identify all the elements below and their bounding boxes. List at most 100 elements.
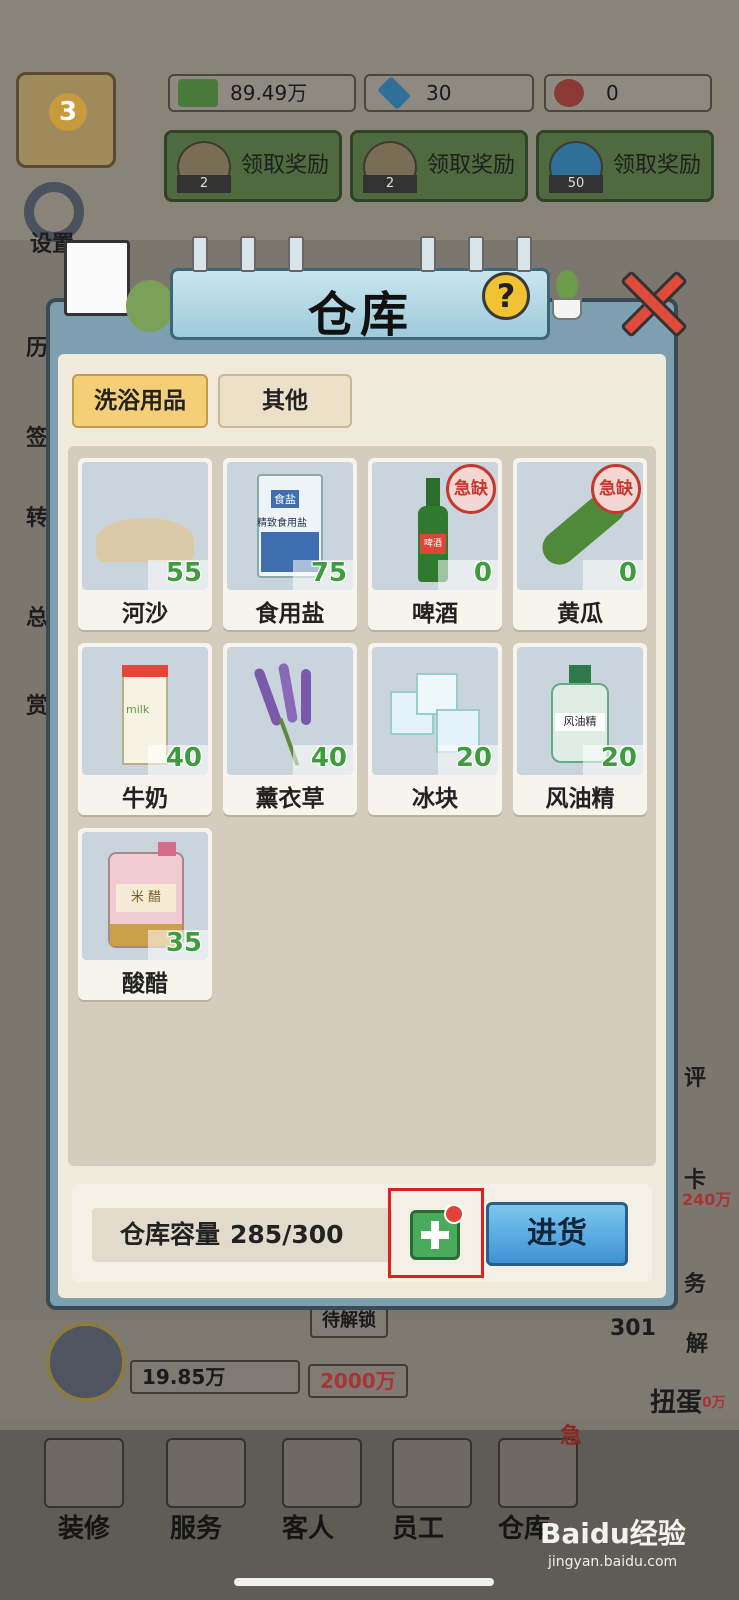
video-icon[interactable] bbox=[46, 1322, 126, 1402]
faucet-icon bbox=[420, 236, 436, 272]
urgent-badge: 急缺 bbox=[591, 464, 641, 514]
money-display: 89.49万 bbox=[168, 74, 356, 112]
faucet-icon bbox=[240, 236, 256, 272]
rose-display: 0 bbox=[544, 74, 712, 112]
tab-other[interactable]: 其他 bbox=[218, 374, 352, 428]
service-icon bbox=[166, 1438, 246, 1508]
item-name: 酸醋 bbox=[122, 971, 168, 997]
nav-staff[interactable]: 员工 bbox=[392, 1508, 444, 1545]
flower-pot-icon bbox=[546, 262, 588, 320]
item-qty: 40 bbox=[310, 743, 347, 773]
faucet-icon bbox=[288, 236, 304, 272]
cost-display: 2000万 bbox=[308, 1364, 408, 1398]
reward-count: 50 bbox=[549, 175, 603, 193]
milk-label: milk bbox=[126, 703, 150, 716]
faucet-icon bbox=[516, 236, 532, 272]
item-name: 黄瓜 bbox=[557, 601, 603, 627]
item-name: 河沙 bbox=[122, 601, 168, 627]
restock-button[interactable]: 进货 bbox=[486, 1202, 628, 1266]
wet-floor-sign-icon bbox=[64, 240, 130, 316]
diamond-display: 30 bbox=[364, 74, 534, 112]
side-label-unlock: 解 bbox=[686, 1332, 709, 1357]
item-name: 薰衣草 bbox=[255, 786, 325, 812]
item-medicated-oil[interactable]: 风油精 20 风油精 bbox=[513, 643, 647, 815]
capacity-value: 285/300 bbox=[230, 1220, 344, 1249]
item-name: 食用盐 bbox=[255, 601, 325, 627]
item-qty: 20 bbox=[600, 743, 637, 773]
item-cucumber[interactable]: 急缺 0 黄瓜 bbox=[513, 458, 647, 630]
diamond-value: 30 bbox=[426, 81, 452, 105]
side-label-total[interactable]: 总 bbox=[26, 600, 48, 632]
side-label-review[interactable]: 评 bbox=[684, 1060, 706, 1092]
reward-label: 领取奖励 bbox=[427, 153, 516, 178]
tab-bath-supplies[interactable]: 洗浴用品 bbox=[72, 374, 208, 428]
side-gacha-count: 301 bbox=[610, 1316, 656, 1341]
side-label-history[interactable]: 历 bbox=[26, 330, 48, 362]
side-label-sign[interactable]: 签 bbox=[26, 420, 48, 452]
capacity-display: 仓库容量 285/300 bbox=[92, 1208, 392, 1262]
vinegar-label: 米 醋 bbox=[116, 884, 176, 912]
diamond-icon bbox=[377, 76, 411, 110]
close-button[interactable] bbox=[618, 268, 690, 340]
help-button[interactable]: ? bbox=[482, 272, 530, 320]
guest-icon bbox=[282, 1438, 362, 1508]
item-vinegar[interactable]: 米 醋 35 酸醋 bbox=[78, 828, 212, 1000]
item-qty: 75 bbox=[310, 558, 347, 588]
salt-bag-sub: 精致食用盐 bbox=[257, 518, 307, 529]
income-display: 19.85万 bbox=[130, 1360, 300, 1394]
rose-icon bbox=[554, 79, 584, 107]
faucet-icon bbox=[468, 236, 484, 272]
urgent-badge: 急缺 bbox=[446, 464, 496, 514]
side-label-gacha[interactable]: 扭蛋 bbox=[650, 1382, 702, 1419]
nav-decorate[interactable]: 装修 bbox=[58, 1508, 110, 1545]
item-milk[interactable]: milk 40 牛奶 bbox=[78, 643, 212, 815]
notification-dot bbox=[444, 1204, 464, 1224]
item-qty: 35 bbox=[165, 928, 202, 958]
item-name: 冰块 bbox=[412, 786, 458, 812]
item-ice[interactable]: 20 冰块 bbox=[368, 643, 502, 815]
plant-icon bbox=[126, 280, 174, 332]
staff-icon bbox=[392, 1438, 472, 1508]
capacity-label: 仓库容量 bbox=[120, 1220, 221, 1249]
nav-service[interactable]: 服务 bbox=[170, 1508, 222, 1545]
side-gacha-value: 0万 bbox=[702, 1395, 726, 1411]
item-name: 啤酒 bbox=[412, 601, 458, 627]
item-qty: 40 bbox=[165, 743, 202, 773]
item-sand[interactable]: 55 河沙 bbox=[78, 458, 212, 630]
nav-guests[interactable]: 客人 bbox=[282, 1508, 334, 1545]
claim-reward-button-1[interactable]: 2 领取奖励 bbox=[164, 130, 342, 202]
paintbrush-icon bbox=[44, 1438, 124, 1508]
money-value: 89.49万 bbox=[230, 81, 308, 105]
claim-reward-button-2[interactable]: 2 领取奖励 bbox=[350, 130, 528, 202]
item-salt[interactable]: 食盐 精致食用盐 75 食用盐 bbox=[223, 458, 357, 630]
item-qty: 0 bbox=[473, 558, 492, 588]
item-name: 牛奶 bbox=[122, 786, 168, 812]
salt-bag-label: 食盐 bbox=[271, 490, 299, 508]
home-indicator[interactable] bbox=[234, 1578, 494, 1586]
item-lavender[interactable]: 40 薰衣草 bbox=[223, 643, 357, 815]
reward-count: 2 bbox=[177, 175, 231, 193]
side-label-task[interactable]: 务 bbox=[684, 1266, 706, 1298]
oil-label: 风油精 bbox=[555, 713, 605, 731]
item-qty: 55 bbox=[165, 558, 202, 588]
rose-value: 0 bbox=[606, 81, 619, 105]
watermark-url: jingyan.baidu.com bbox=[548, 1554, 678, 1570]
reward-label: 领取奖励 bbox=[241, 153, 330, 178]
item-qty: 0 bbox=[618, 558, 637, 588]
side-label-spin[interactable]: 转 bbox=[26, 500, 48, 532]
cash-icon bbox=[178, 79, 218, 107]
urgent-tag: 急 bbox=[560, 1424, 583, 1449]
item-name: 风油精 bbox=[545, 786, 615, 812]
claim-reward-button-3[interactable]: 50 领取奖励 bbox=[536, 130, 714, 202]
level-number: 3 bbox=[49, 93, 87, 131]
item-beer[interactable]: 啤酒 急缺 0 啤酒 bbox=[368, 458, 502, 630]
beer-label: 啤酒 bbox=[420, 534, 446, 554]
faucet-icon bbox=[192, 236, 208, 272]
side-label-reward[interactable]: 赏 bbox=[26, 688, 48, 720]
reward-label: 领取奖励 bbox=[613, 153, 702, 178]
reward-count: 2 bbox=[363, 175, 417, 193]
side-card-value: 240万 bbox=[682, 1190, 732, 1209]
level-badge[interactable]: 3 bbox=[16, 72, 116, 168]
watermark-logo: Baidu经验 bbox=[540, 1517, 686, 1550]
item-qty: 20 bbox=[455, 743, 492, 773]
